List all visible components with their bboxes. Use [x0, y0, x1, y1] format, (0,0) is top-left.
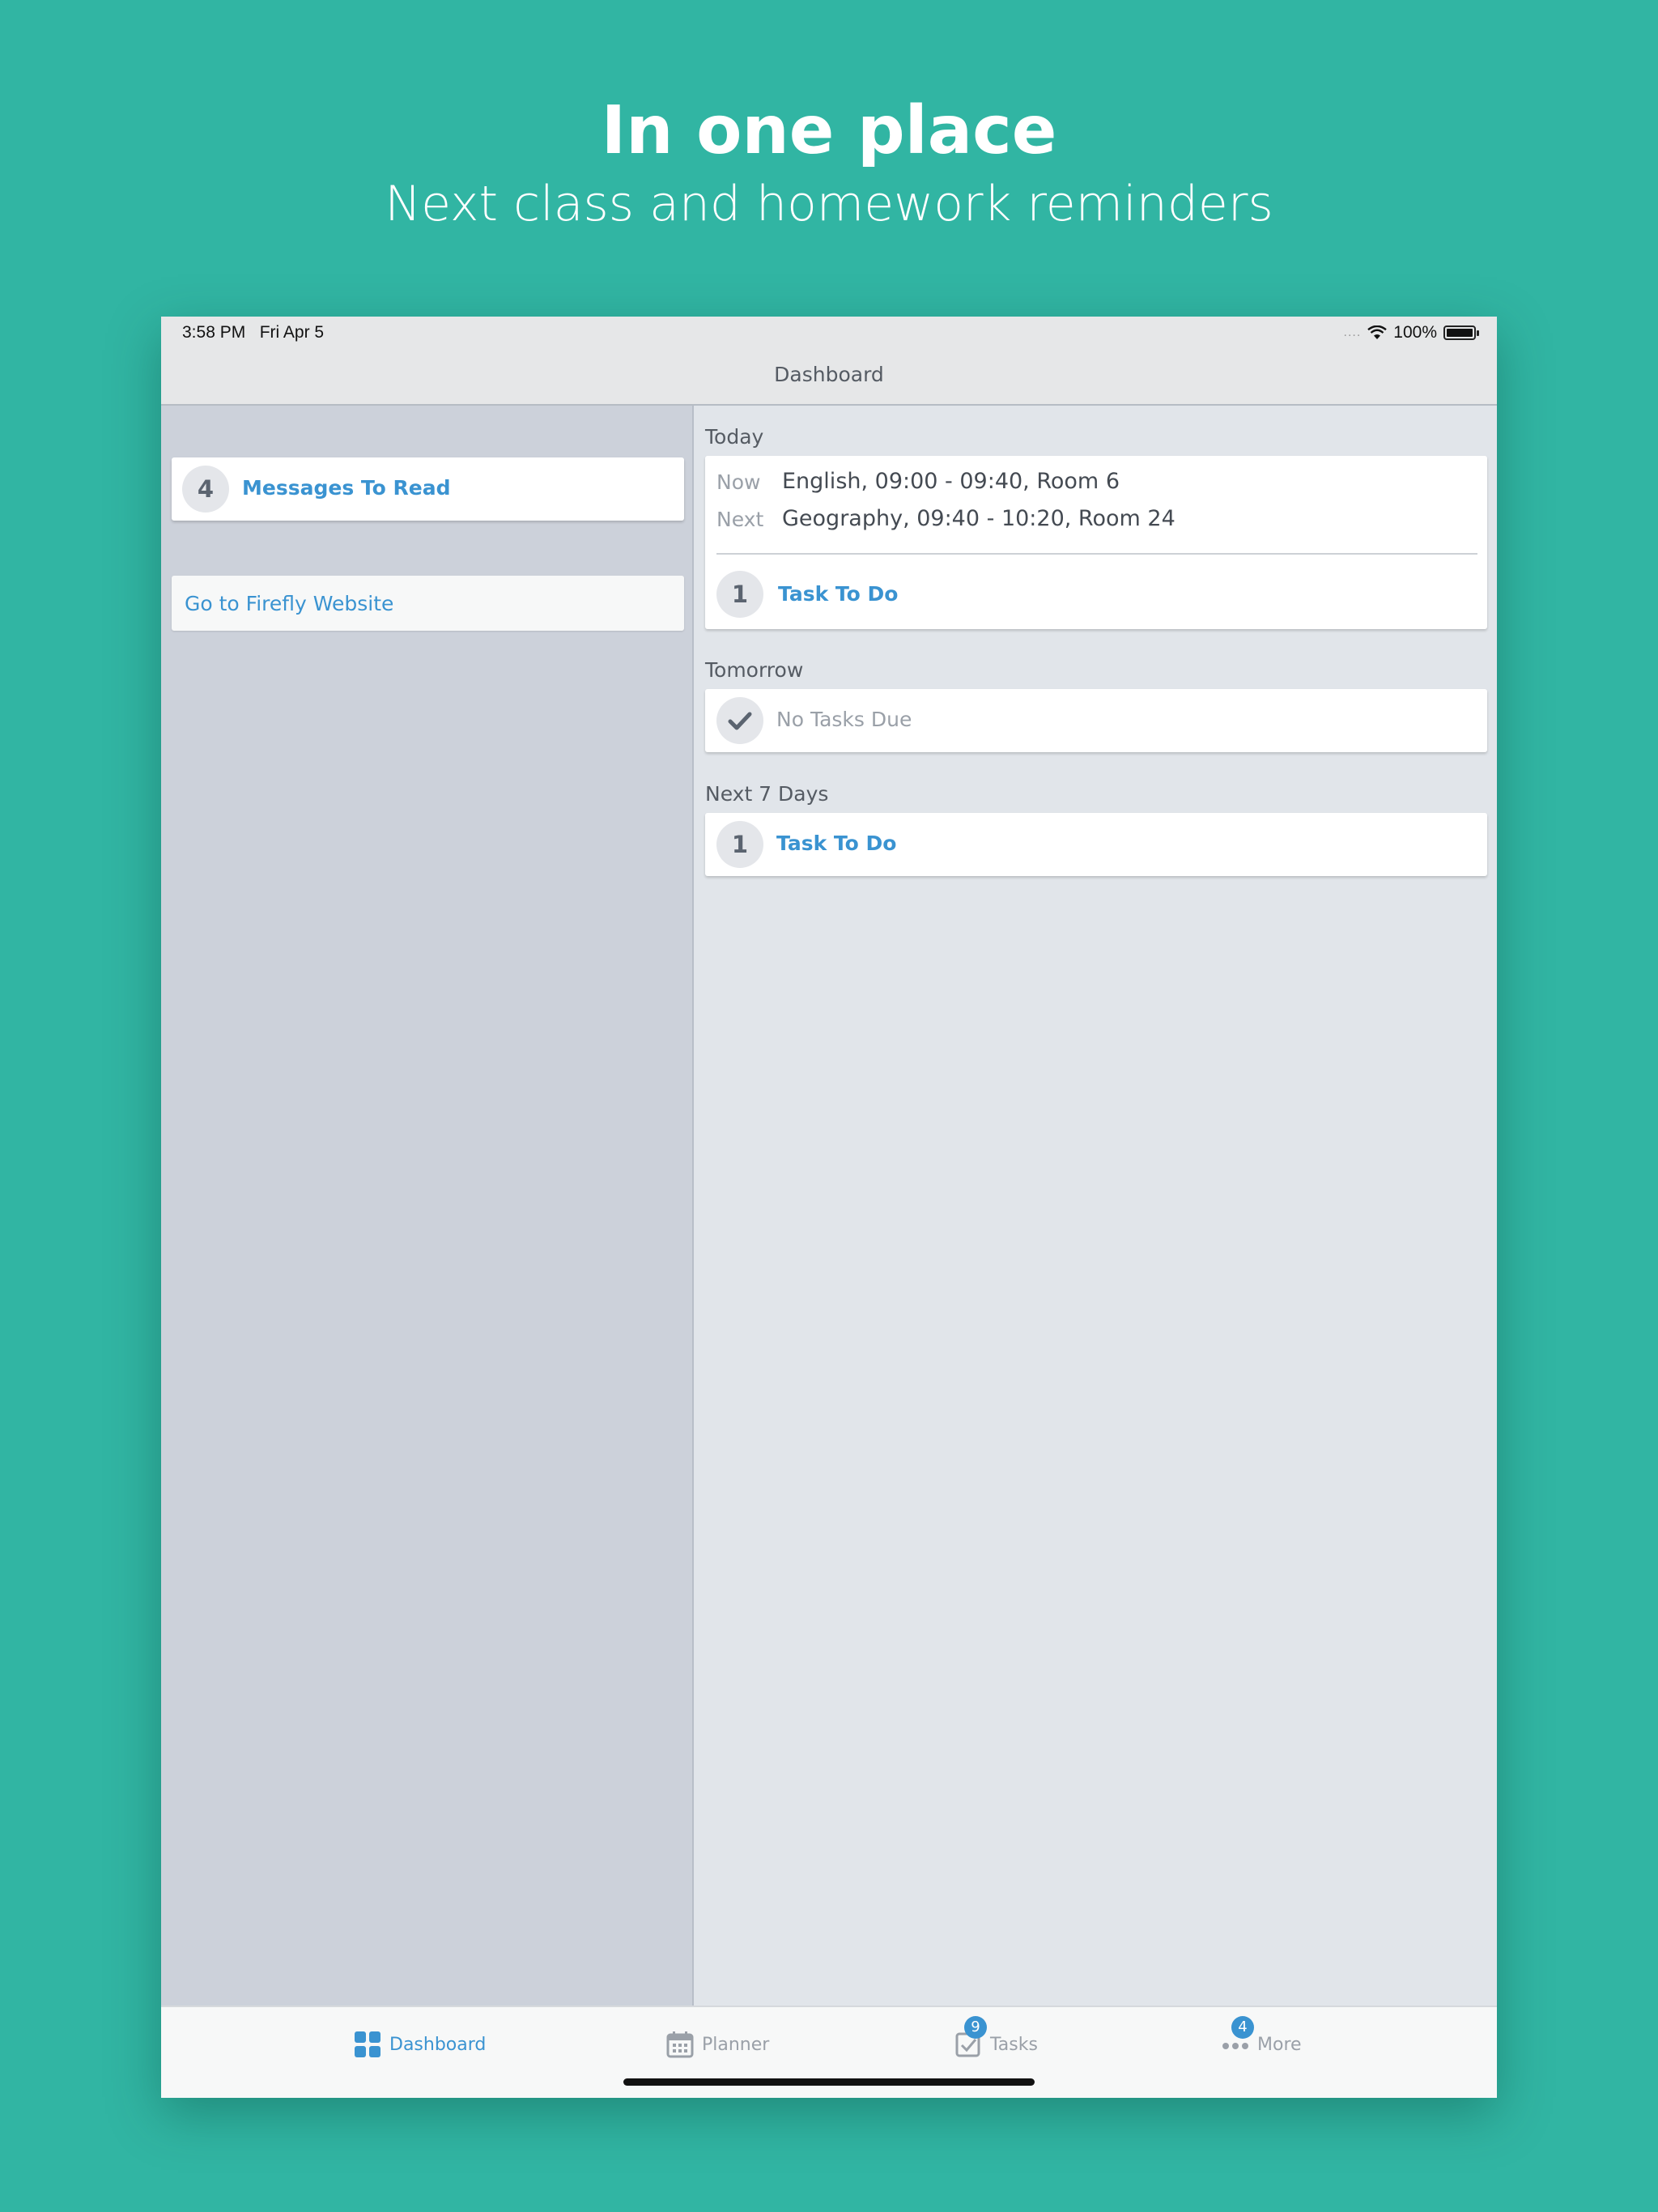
- messages-to-read-card[interactable]: 4 Messages To Read: [172, 457, 684, 521]
- more-dots-icon: 4: [1222, 2016, 1254, 2058]
- status-clock: 3:58 PM: [182, 323, 246, 342]
- sidebar: 4 Messages To Read Go to Firefly Website: [161, 406, 694, 2006]
- battery-level: [1447, 329, 1473, 337]
- tablet-screen: 3:58 PM Fri Apr 5 .... 100% Dashboard 4 …: [161, 317, 1497, 2098]
- checkmark-icon: [716, 697, 763, 744]
- dashboard-content: Today Now English, 09:00 - 09:40, Room 6…: [695, 406, 1497, 2006]
- page-title: Dashboard: [774, 363, 884, 386]
- firefly-website-link[interactable]: Go to Firefly Website: [172, 576, 684, 631]
- promo-title: In one place: [601, 92, 1057, 169]
- tomorrow-card: No Tasks Due: [705, 689, 1487, 752]
- today-card: Now English, 09:00 - 09:40, Room 6 Next …: [705, 456, 1487, 629]
- next-class: Geography, 09:40 - 10:20, Room 24: [782, 506, 1175, 531]
- tab-dashboard-label: Dashboard: [389, 2034, 487, 2055]
- next-key: Next: [716, 508, 764, 531]
- today-task-link[interactable]: Task To Do: [778, 582, 898, 606]
- website-link-label: Go to Firefly Website: [185, 592, 394, 615]
- home-indicator: [623, 2078, 1035, 2086]
- tab-dashboard[interactable]: Dashboard: [354, 2028, 486, 2061]
- now-key: Now: [716, 470, 761, 494]
- next7-task-link: Task To Do: [776, 832, 897, 855]
- now-class: English, 09:00 - 09:40, Room 6: [782, 469, 1120, 494]
- battery-percent: 100%: [1393, 323, 1437, 342]
- status-indicators: .... 100%: [1343, 323, 1479, 342]
- checkbox-icon: 9: [954, 2016, 987, 2058]
- next7-card[interactable]: 1 Task To Do: [705, 813, 1487, 876]
- dashboard-grid-icon: [354, 2031, 381, 2058]
- tasks-count-badge: 9: [964, 2016, 987, 2039]
- section-tomorrow-label: Tomorrow: [705, 658, 804, 682]
- status-bar: 3:58 PM Fri Apr 5 .... 100%: [161, 317, 1497, 349]
- section-next7-label: Next 7 Days: [705, 782, 829, 806]
- tab-tasks-label: Tasks: [990, 2034, 1038, 2055]
- status-date: Fri Apr 5: [259, 323, 325, 342]
- tab-tasks[interactable]: 9 Tasks: [954, 2016, 1038, 2061]
- battery-icon: [1443, 325, 1479, 340]
- wifi-icon: [1367, 325, 1388, 339]
- signal-icon: ....: [1343, 325, 1362, 339]
- status-time: 3:58 PM Fri Apr 5: [182, 323, 324, 342]
- promo-subtitle: Next class and homework reminders: [385, 176, 1273, 232]
- today-task-count: 1: [716, 571, 763, 618]
- section-today-label: Today: [705, 425, 764, 449]
- tab-planner[interactable]: Planner: [666, 2028, 769, 2061]
- tab-more[interactable]: 4 More: [1222, 2016, 1302, 2061]
- navigation-bar: Dashboard: [161, 349, 1497, 406]
- today-divider: [716, 553, 1477, 555]
- tab-planner-label: Planner: [702, 2034, 770, 2055]
- more-count-badge: 4: [1231, 2016, 1254, 2039]
- no-tasks-text: No Tasks Due: [776, 708, 912, 731]
- calendar-icon: [666, 2031, 694, 2058]
- tab-more-label: More: [1257, 2034, 1302, 2055]
- messages-count-badge: 4: [182, 466, 229, 513]
- next7-task-count: 1: [716, 821, 763, 868]
- messages-label: Messages To Read: [242, 476, 451, 500]
